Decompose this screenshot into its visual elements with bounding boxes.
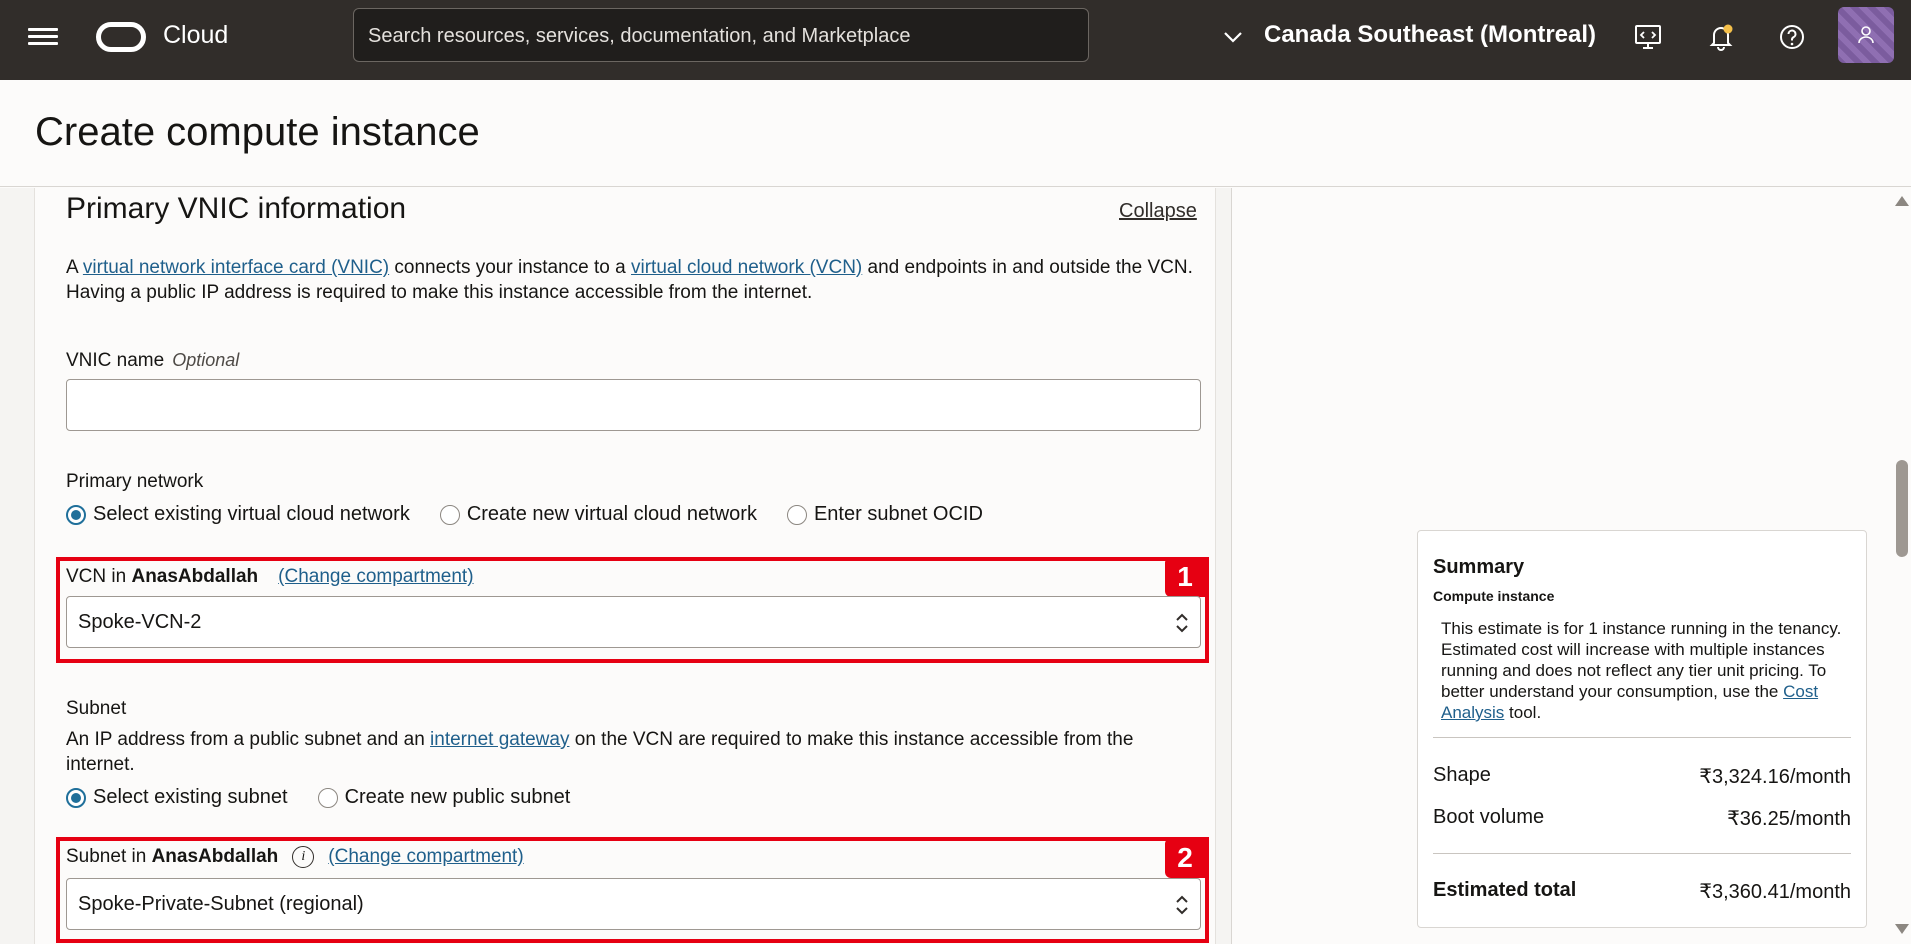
oracle-logo-icon[interactable] [96, 22, 146, 52]
summary-row-value: ₹3,324.16/month [1699, 766, 1851, 788]
page-header: Create compute instance [0, 80, 1911, 187]
help-icon[interactable] [1775, 20, 1809, 54]
desc-text: connects your instance to a [389, 257, 631, 278]
divider [1433, 737, 1851, 738]
desc-text: A [66, 257, 83, 278]
internet-gateway-link[interactable]: internet gateway [430, 729, 569, 750]
top-bar: Cloud Search resources, services, docume… [0, 0, 1911, 80]
radio-unchecked-icon[interactable] [439, 504, 460, 525]
vnic-name-label-text: VNIC name [66, 350, 165, 371]
region-selector[interactable]: Canada Southeast (Montreal) [1264, 21, 1596, 49]
optional-label: Optional [172, 350, 240, 370]
radio-label: Select existing virtual cloud network [93, 503, 410, 525]
summary-total-value: ₹3,360.41/month [1699, 881, 1851, 903]
vcn-label-prefix: VCN in [66, 566, 132, 587]
search-input[interactable]: Search resources, services, documentatio… [353, 8, 1089, 62]
select-sort-icon [1176, 613, 1188, 633]
subnet-in-label: Subnet in AnasAbdallah i (Change compartme… [66, 846, 524, 868]
summary-row-shape: Shape ₹3,324.16/month [1433, 764, 1851, 789]
chevron-down-icon[interactable] [1222, 26, 1244, 48]
radio-create-new-public-subnet[interactable]: Create new public subnet [317, 786, 571, 809]
subnet-select[interactable]: Spoke-Private-Subnet (regional) [66, 878, 1201, 930]
vcn-link[interactable]: virtual cloud network (VCN) [631, 257, 862, 278]
info-icon[interactable]: i [292, 846, 315, 868]
summary-description: This estimate is for 1 instance running … [1441, 618, 1851, 723]
summary-row-boot-volume: Boot volume ₹36.25/month [1433, 806, 1851, 831]
radio-select-existing-subnet[interactable]: Select existing subnet [66, 786, 288, 809]
page-title: Create compute instance [35, 110, 480, 154]
collapse-link[interactable]: Collapse [1119, 200, 1197, 223]
brand-name[interactable]: Cloud [163, 21, 228, 50]
vcn-label: VCN in AnasAbdallah (Change compartment) [66, 566, 474, 588]
summary-subtitle: Compute instance [1433, 588, 1555, 604]
radio-label: Create new public subnet [344, 786, 571, 808]
subnet-select-value: Spoke-Private-Subnet (regional) [78, 893, 364, 915]
vnic-name-label: VNIC name Optional [66, 350, 239, 372]
vcn-compartment-name: AnasAbdallah [131, 566, 259, 587]
summary-desc-text: tool. [1504, 703, 1542, 722]
radio-unchecked-icon[interactable] [786, 504, 807, 525]
radio-checked-icon[interactable] [66, 504, 86, 525]
radio-unchecked-icon[interactable] [317, 787, 338, 808]
step-badge-1: 1 [1165, 557, 1205, 597]
summary-title: Summary [1433, 556, 1525, 578]
subnet-description: An IP address from a public subnet and a… [66, 727, 1206, 777]
summary-row-value: ₹36.25/month [1727, 808, 1851, 830]
summary-row-key: Boot volume [1433, 806, 1545, 828]
vnic-link[interactable]: virtual network interface card (VNIC) [83, 257, 389, 278]
scrollbar-thumb[interactable] [1896, 460, 1908, 557]
radio-enter-subnet-ocid[interactable]: Enter subnet OCID [786, 503, 983, 526]
subnet-compartment-name: AnasAbdallah [151, 846, 279, 867]
vnic-name-input[interactable] [66, 379, 1201, 431]
summary-total-key: Estimated total [1433, 879, 1577, 901]
user-avatar[interactable] [1838, 7, 1894, 63]
vcn-select[interactable]: Spoke-VCN-2 [66, 596, 1201, 648]
subnet-radio-group: Select existing subnet Create new public… [66, 786, 600, 809]
vnic-description: A virtual network interface card (VNIC) … [66, 255, 1196, 305]
select-sort-icon [1176, 895, 1188, 915]
developer-tools-icon[interactable] [1631, 20, 1665, 54]
radio-select-existing-vcn[interactable]: Select existing virtual cloud network [66, 503, 410, 526]
notifications-bell-icon[interactable] [1704, 20, 1738, 54]
radio-checked-icon[interactable] [66, 787, 86, 808]
radio-label: Select existing subnet [93, 786, 288, 808]
step-badge-2: 2 [1165, 838, 1205, 878]
vcn-select-value: Spoke-VCN-2 [78, 611, 202, 633]
radio-create-new-vcn[interactable]: Create new virtual cloud network [439, 503, 757, 526]
summary-row-key: Shape [1433, 764, 1491, 786]
primary-network-label: Primary network [66, 471, 204, 492]
scrollbar[interactable] [1893, 188, 1911, 944]
subnet-in-prefix: Subnet in [66, 846, 147, 867]
subnet-label: Subnet [66, 698, 127, 719]
summary-panel: Summary Compute instance This estimate i… [1417, 530, 1867, 928]
desc-text: An IP address from a public subnet and a… [66, 729, 431, 750]
summary-row-total: Estimated total ₹3,360.41/month [1433, 879, 1851, 904]
scroll-up-arrow-icon[interactable] [1895, 196, 1909, 206]
radio-label: Enter subnet OCID [813, 503, 983, 525]
radio-label: Create new virtual cloud network [466, 503, 757, 525]
scroll-down-arrow-icon[interactable] [1895, 924, 1909, 934]
primary-network-radio-group: Select existing virtual cloud network Cr… [66, 503, 1013, 526]
subnet-change-compartment-link[interactable]: (Change compartment) [328, 846, 523, 868]
divider [1433, 853, 1851, 854]
menu-icon[interactable] [28, 24, 58, 48]
change-compartment-link[interactable]: (Change compartment) [278, 566, 473, 587]
summary-desc-text: This estimate is for 1 instance running … [1441, 619, 1842, 701]
section-title: Primary VNIC information [66, 192, 407, 225]
